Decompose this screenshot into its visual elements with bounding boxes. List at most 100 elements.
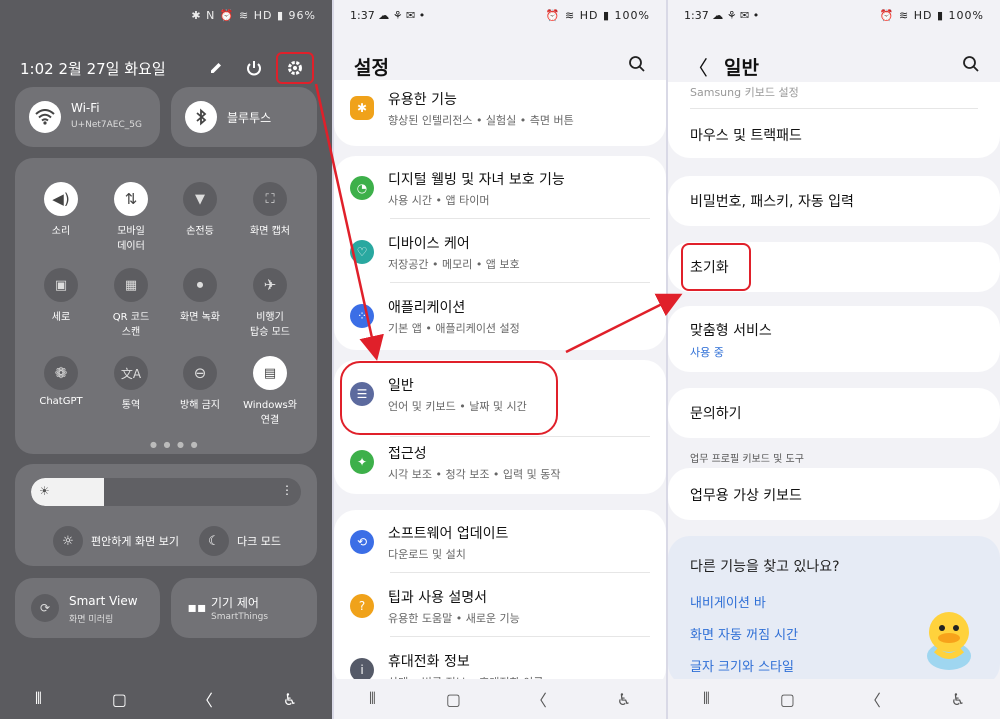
back-icon[interactable]: 〈 [865, 687, 881, 711]
settings-item-applications[interactable]: ⁘ 애플리케이션 기본 앱 • 애플리케이션 설정 [350, 288, 650, 344]
sun-icon: ☀ [39, 484, 50, 498]
tile-sound[interactable]: ◀) 소리 [25, 182, 97, 237]
search-icon[interactable] [962, 55, 980, 77]
smart-view-sub: 화면 미러링 [69, 615, 114, 625]
home-icon[interactable]: ▢ [446, 690, 461, 709]
date-time: 1:02 2월 27일 화요일 [20, 59, 166, 78]
tile-label: 손전등 [186, 226, 214, 237]
tile-qr-scan[interactable]: ▦ QR 코드 스캔 [95, 268, 167, 338]
accessibility-icon[interactable]: ♿ [283, 690, 297, 709]
keyboard-settings-partial[interactable]: Samsung 키보드 설정 [690, 84, 984, 100]
home-icon[interactable]: ▢ [780, 690, 795, 709]
wellbeing-icon: ◔ [350, 176, 374, 200]
tile-chatgpt[interactable]: ❁ ChatGPT [25, 356, 97, 407]
settings-item-tips[interactable]: ? 팁과 사용 설명서 유용한 도움말 • 새로운 기능 [350, 578, 650, 634]
tile-flashlight[interactable]: ▼ 손전등 [164, 182, 236, 237]
smart-view-tile[interactable]: ⟳ Smart View 화면 미러링 [15, 578, 160, 638]
record-icon: ⏺ [183, 268, 217, 302]
device-control-icon: ▪▪ [187, 600, 207, 616]
status-time: 1:37 ☁ ⚘ ✉ • [350, 8, 426, 22]
eye-comfort-label: 편안하게 화면 보기 [91, 535, 179, 548]
screenshot-root: ✱ N ⏰ ≋ HD ▮ 96% 1:02 2월 27일 화요일 Wi-Fi U… [0, 0, 1000, 719]
tile-label: 화면 녹화 [180, 312, 220, 323]
recents-icon[interactable]: ⦀ [369, 689, 376, 709]
item-subtitle: 시각 보조 • 청각 보조 • 입력 및 동작 [388, 467, 561, 481]
tile-screen-record[interactable]: ⏺ 화면 녹화 [164, 268, 236, 323]
tile-do-not-disturb[interactable]: ⊖ 방해 금지 [164, 356, 236, 411]
tile-label: 세로 [51, 312, 71, 323]
link-font-size-style[interactable]: 글자 크기와 스타일 [690, 656, 794, 675]
looking-for-something-card: 다른 기능을 찾고 있나요? 내비게이션 바 화면 자동 꺼짐 시간 글자 크기… [668, 536, 1000, 686]
link-navigation-bar[interactable]: 내비게이션 바 [690, 592, 766, 611]
tile-label: 화면 캡처 [250, 226, 290, 237]
general-item-passwords-autofill[interactable]: 비밀번호, 패스키, 자동 입력 [690, 191, 984, 211]
settings-item-advanced-features[interactable]: ✱ 유용한 기능 향상된 인텔리전스 • 실험실 • 측면 버튼 [350, 80, 650, 136]
chatgpt-icon: ❁ [44, 356, 78, 390]
item-title: 휴대전화 정보 [388, 653, 470, 670]
power-icon[interactable] [242, 56, 266, 80]
device-control-tile[interactable]: ▪▪ 기기 제어 SmartThings [171, 578, 317, 638]
tile-translate[interactable]: 文A 통역 [95, 356, 167, 411]
highlight-reset [681, 243, 751, 291]
general-item-contact-us[interactable]: 문의하기 [690, 403, 984, 423]
settings-item-software-update[interactable]: ⟲ 소프트웨어 업데이트 다운로드 및 설치 [350, 514, 650, 570]
settings-item-device-care[interactable]: ♡ 디바이스 케어 저장공간 • 메모리 • 앱 보호 [350, 224, 650, 280]
general-item-work-keyboard[interactable]: 업무용 가상 키보드 [690, 485, 984, 505]
item-title: 디바이스 케어 [388, 235, 470, 252]
tile-label: QR 코드 스캔 [112, 312, 150, 338]
gear-icon[interactable] [276, 52, 314, 84]
general-panel: 1:37 ☁ ⚘ ✉ • ⏰ ≋ HD ▮ 100% 〈 일반 Samsung … [668, 0, 1000, 719]
settings-item-digital-wellbeing[interactable]: ◔ 디지털 웰빙 및 자녀 보호 기능 사용 시간 • 앱 타이머 [350, 160, 650, 216]
settings-panel: 1:37 ☁ ⚘ ✉ • ⏰ ≋ HD ▮ 100% 설정 ✱ 유용한 기능 향상… [334, 0, 666, 719]
lock-rotate-icon: ▣ [44, 268, 78, 302]
recents-icon[interactable]: ⦀ [703, 689, 710, 709]
item-subtitle: 향상된 인텔리전스 • 실험실 • 측면 버튼 [388, 113, 574, 127]
quick-tiles-grid: ◀) 소리 ⇅ 모바일 데이터 ▼ 손전등 ⛶ 화면 캡처 ▣ 세로 ▦ QR … [15, 158, 317, 454]
back-icon[interactable]: 〈 [531, 687, 547, 711]
capture-icon: ⛶ [253, 182, 287, 216]
smart-view-label: Smart View [69, 594, 138, 608]
dnd-icon: ⊖ [183, 356, 217, 390]
status-icons: ✱ N ⏰ ≋ HD ▮ 96% [191, 8, 316, 22]
device-control-label: 기기 제어 [211, 596, 259, 610]
back-arrow-icon[interactable]: 〈 [688, 52, 708, 81]
general-item-customization-service[interactable]: 맞춤형 서비스 사용 중 [690, 320, 984, 360]
dark-mode-toggle[interactable]: ☾ 다크 모드 [199, 526, 281, 556]
tile-mobile-data[interactable]: ⇅ 모바일 데이터 [95, 182, 167, 252]
bluetooth-tile[interactable]: 블루투스 [171, 87, 317, 147]
item-subtitle: 사용 시간 • 앱 타이머 [388, 193, 490, 207]
tile-label: ChatGPT [39, 396, 83, 407]
item-subtitle: 다운로드 및 설치 [388, 547, 466, 561]
tile-portrait[interactable]: ▣ 세로 [25, 268, 97, 323]
separator [390, 218, 650, 219]
brightness-slider[interactable]: ☀ ⋮ [31, 478, 301, 506]
tile-label: 모바일 데이터 [117, 226, 145, 252]
accessibility-icon[interactable]: ♿ [617, 690, 631, 709]
pencil-icon[interactable] [204, 56, 228, 80]
settings-item-accessibility[interactable]: ✦ 접근성 시각 보조 • 청각 보조 • 입력 및 동작 [350, 434, 650, 490]
tile-label: Windows와 연결 [243, 400, 297, 426]
eye-comfort-toggle[interactable]: ☼ 편안하게 화면 보기 [53, 526, 179, 556]
more-options-icon[interactable]: ⋮ [281, 483, 293, 497]
bluetooth-label: 블루투스 [227, 111, 272, 125]
general-app-bar: 〈 일반 [668, 48, 1000, 84]
wifi-label: Wi-Fi [71, 101, 100, 115]
home-icon[interactable]: ▢ [112, 690, 127, 709]
item-subtitle: 기본 앱 • 애플리케이션 설정 [388, 321, 520, 335]
tile-screen-capture[interactable]: ⛶ 화면 캡처 [234, 182, 306, 237]
tile-airplane[interactable]: ✈ 비행기 탑승 모드 [234, 268, 306, 338]
quick-panel-header: 1:02 2월 27일 화요일 [20, 52, 314, 84]
smart-view-icon: ⟳ [31, 594, 59, 622]
wifi-tile[interactable]: Wi-Fi U+Net7AEC_5G [15, 87, 160, 147]
data-icon: ⇅ [114, 182, 148, 216]
tile-link-windows[interactable]: ▤ Windows와 연결 [234, 356, 306, 426]
bluetooth-icon [185, 101, 217, 133]
search-icon[interactable] [628, 55, 646, 77]
link-screen-timeout[interactable]: 화면 자동 꺼짐 시간 [690, 624, 798, 643]
back-icon[interactable]: 〈 [197, 687, 213, 711]
recents-icon[interactable]: ⦀ [35, 689, 42, 709]
eye-comfort-icon: ☼ [53, 526, 83, 556]
item-title: 접근성 [388, 445, 427, 462]
general-item-mouse-trackpad[interactable]: 마우스 및 트랙패드 [690, 125, 984, 145]
accessibility-icon[interactable]: ♿ [951, 690, 965, 709]
